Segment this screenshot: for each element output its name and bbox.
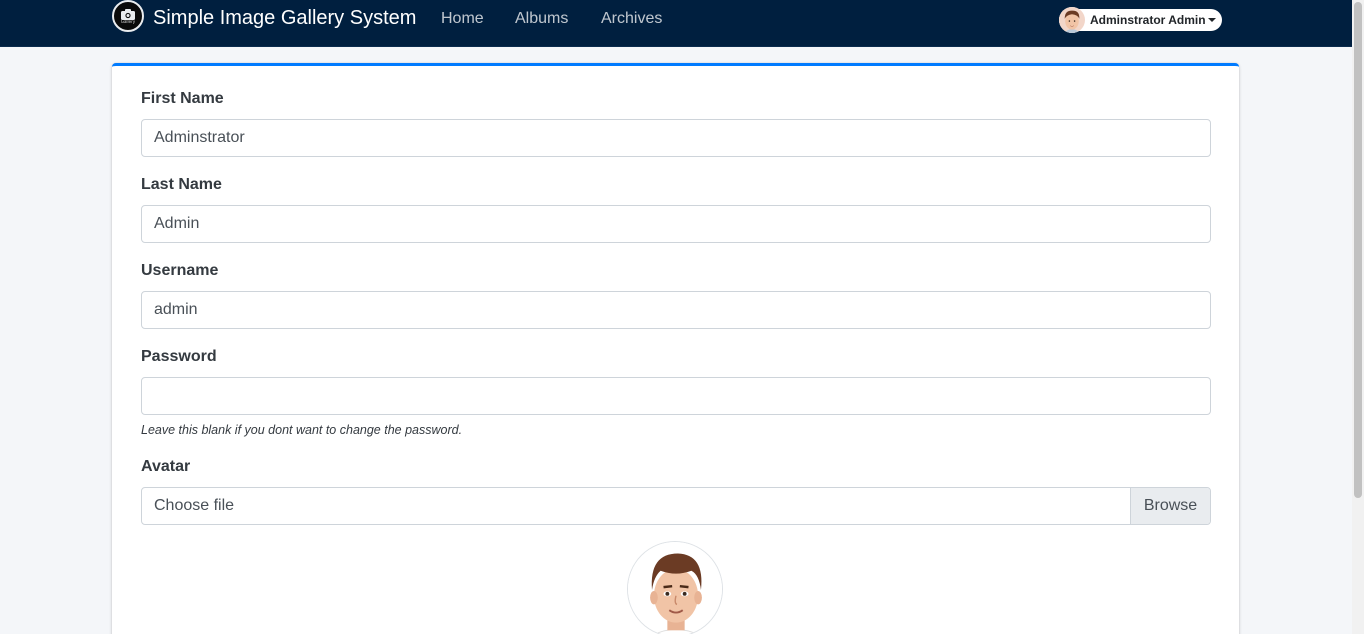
chevron-down-icon bbox=[1208, 18, 1216, 22]
password-label: Password bbox=[141, 348, 217, 365]
profile-form-card: First Name Adminstrator Last Name Admin … bbox=[112, 63, 1239, 634]
user-name: Adminstrator Admin bbox=[1090, 13, 1206, 27]
browse-button[interactable]: Browse bbox=[1130, 488, 1210, 524]
username-label: Username bbox=[141, 262, 219, 279]
avatar-file-input[interactable]: Choose file Browse bbox=[141, 487, 1211, 525]
user-avatar-small bbox=[1059, 7, 1085, 33]
password-help-text: Leave this blank if you dont want to cha… bbox=[141, 423, 463, 437]
logo-caption: Gallery bbox=[120, 18, 136, 24]
top-navbar: Gallery Simple Image Gallery System Home… bbox=[0, 0, 1352, 47]
first-name-label: First Name bbox=[141, 90, 224, 107]
user-menu-dropdown[interactable]: Adminstrator Admin bbox=[1059, 7, 1222, 33]
last-name-label: Last Name bbox=[141, 176, 222, 193]
camera-icon bbox=[121, 8, 135, 20]
brand-logo[interactable]: Gallery bbox=[112, 0, 144, 32]
nav-home-link[interactable]: Home bbox=[441, 10, 484, 28]
password-input[interactable] bbox=[141, 377, 1211, 415]
nav-archives-link[interactable]: Archives bbox=[601, 10, 662, 28]
file-placeholder: Choose file bbox=[154, 497, 235, 514]
scrollbar-thumb[interactable] bbox=[1354, 2, 1362, 498]
page-scrollbar[interactable] bbox=[1352, 0, 1364, 634]
first-name-input[interactable]: Adminstrator bbox=[141, 119, 1211, 157]
avatar-label: Avatar bbox=[141, 458, 191, 475]
last-name-input[interactable]: Admin bbox=[141, 205, 1211, 243]
username-input[interactable]: admin bbox=[141, 291, 1211, 329]
nav-albums-link[interactable]: Albums bbox=[515, 10, 568, 28]
brand-title[interactable]: Simple Image Gallery System bbox=[153, 7, 416, 30]
avatar-preview bbox=[627, 541, 723, 634]
